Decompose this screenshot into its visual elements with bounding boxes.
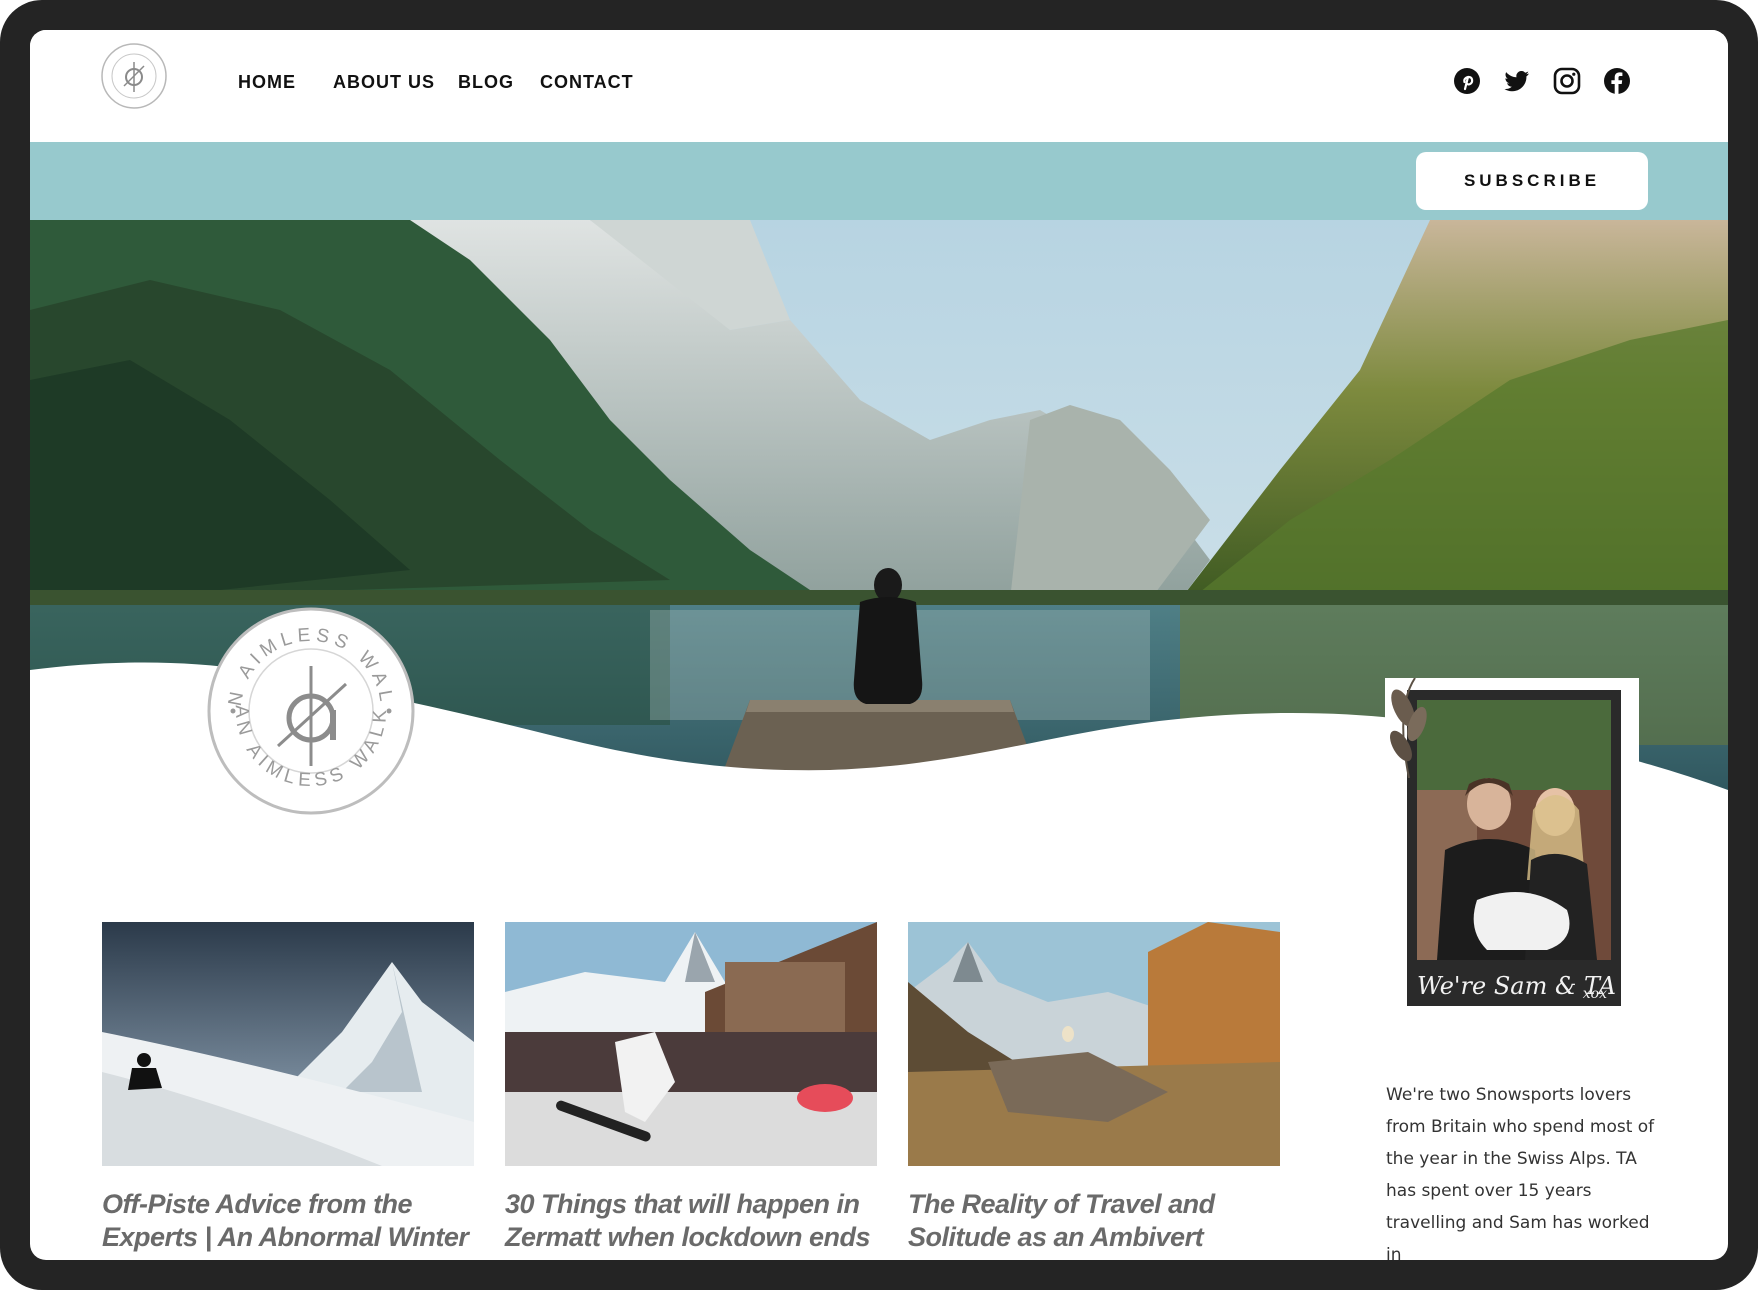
post-thumbnail[interactable]	[908, 922, 1280, 1166]
post-thumbnail[interactable]	[102, 922, 474, 1166]
post-card[interactable]: 30 Things that will happen in Zermatt wh…	[505, 922, 877, 1254]
nav-about-us[interactable]: ABOUT US	[333, 72, 435, 93]
polaroid-frame: We're Sam & TA xox	[1407, 690, 1621, 1006]
site-header: HOME ABOUT US BLOG CONTACT	[30, 30, 1728, 142]
nav-blog[interactable]: BLOG	[458, 72, 514, 93]
couple-photo	[1417, 700, 1611, 960]
polaroid-signoff: xox	[1582, 986, 1607, 1002]
post-card[interactable]: The Reality of Travel and Solitude as an…	[908, 922, 1280, 1254]
post-title[interactable]: The Reality of Travel and Solitude as an…	[908, 1188, 1280, 1254]
pinterest-icon[interactable]	[1452, 66, 1482, 96]
device-frame: HOME ABOUT US BLOG CONTACT SUBSCRIBE N A…	[0, 0, 1758, 1290]
social-links	[1452, 66, 1652, 96]
site-logo[interactable]	[100, 42, 168, 110]
nav-home[interactable]: HOME	[238, 72, 296, 93]
nav-contact[interactable]: CONTACT	[540, 72, 634, 93]
aimless-walk-badge: AN AIMLESS WALK AN AIMLESS WALK	[206, 606, 415, 815]
about-text: We're two Snowsports lovers from Britain…	[1386, 1085, 1655, 1260]
twitter-icon[interactable]	[1502, 66, 1532, 96]
about-photo: We're Sam & TA xox	[1385, 678, 1639, 1024]
post-title[interactable]: 30 Things that will happen in Zermatt wh…	[505, 1188, 877, 1254]
leaf-decoration	[1390, 678, 1427, 778]
instagram-icon[interactable]	[1552, 66, 1582, 96]
post-card[interactable]: Off-Piste Advice from the Experts | An A…	[102, 922, 474, 1254]
subscribe-button[interactable]: SUBSCRIBE	[1416, 152, 1648, 210]
browser-viewport: HOME ABOUT US BLOG CONTACT SUBSCRIBE N A…	[30, 30, 1728, 1260]
facebook-icon[interactable]	[1602, 66, 1632, 96]
post-thumbnail[interactable]	[505, 922, 877, 1166]
subscribe-bar: SUBSCRIBE	[30, 142, 1728, 220]
post-title[interactable]: Off-Piste Advice from the Experts | An A…	[102, 1188, 474, 1254]
